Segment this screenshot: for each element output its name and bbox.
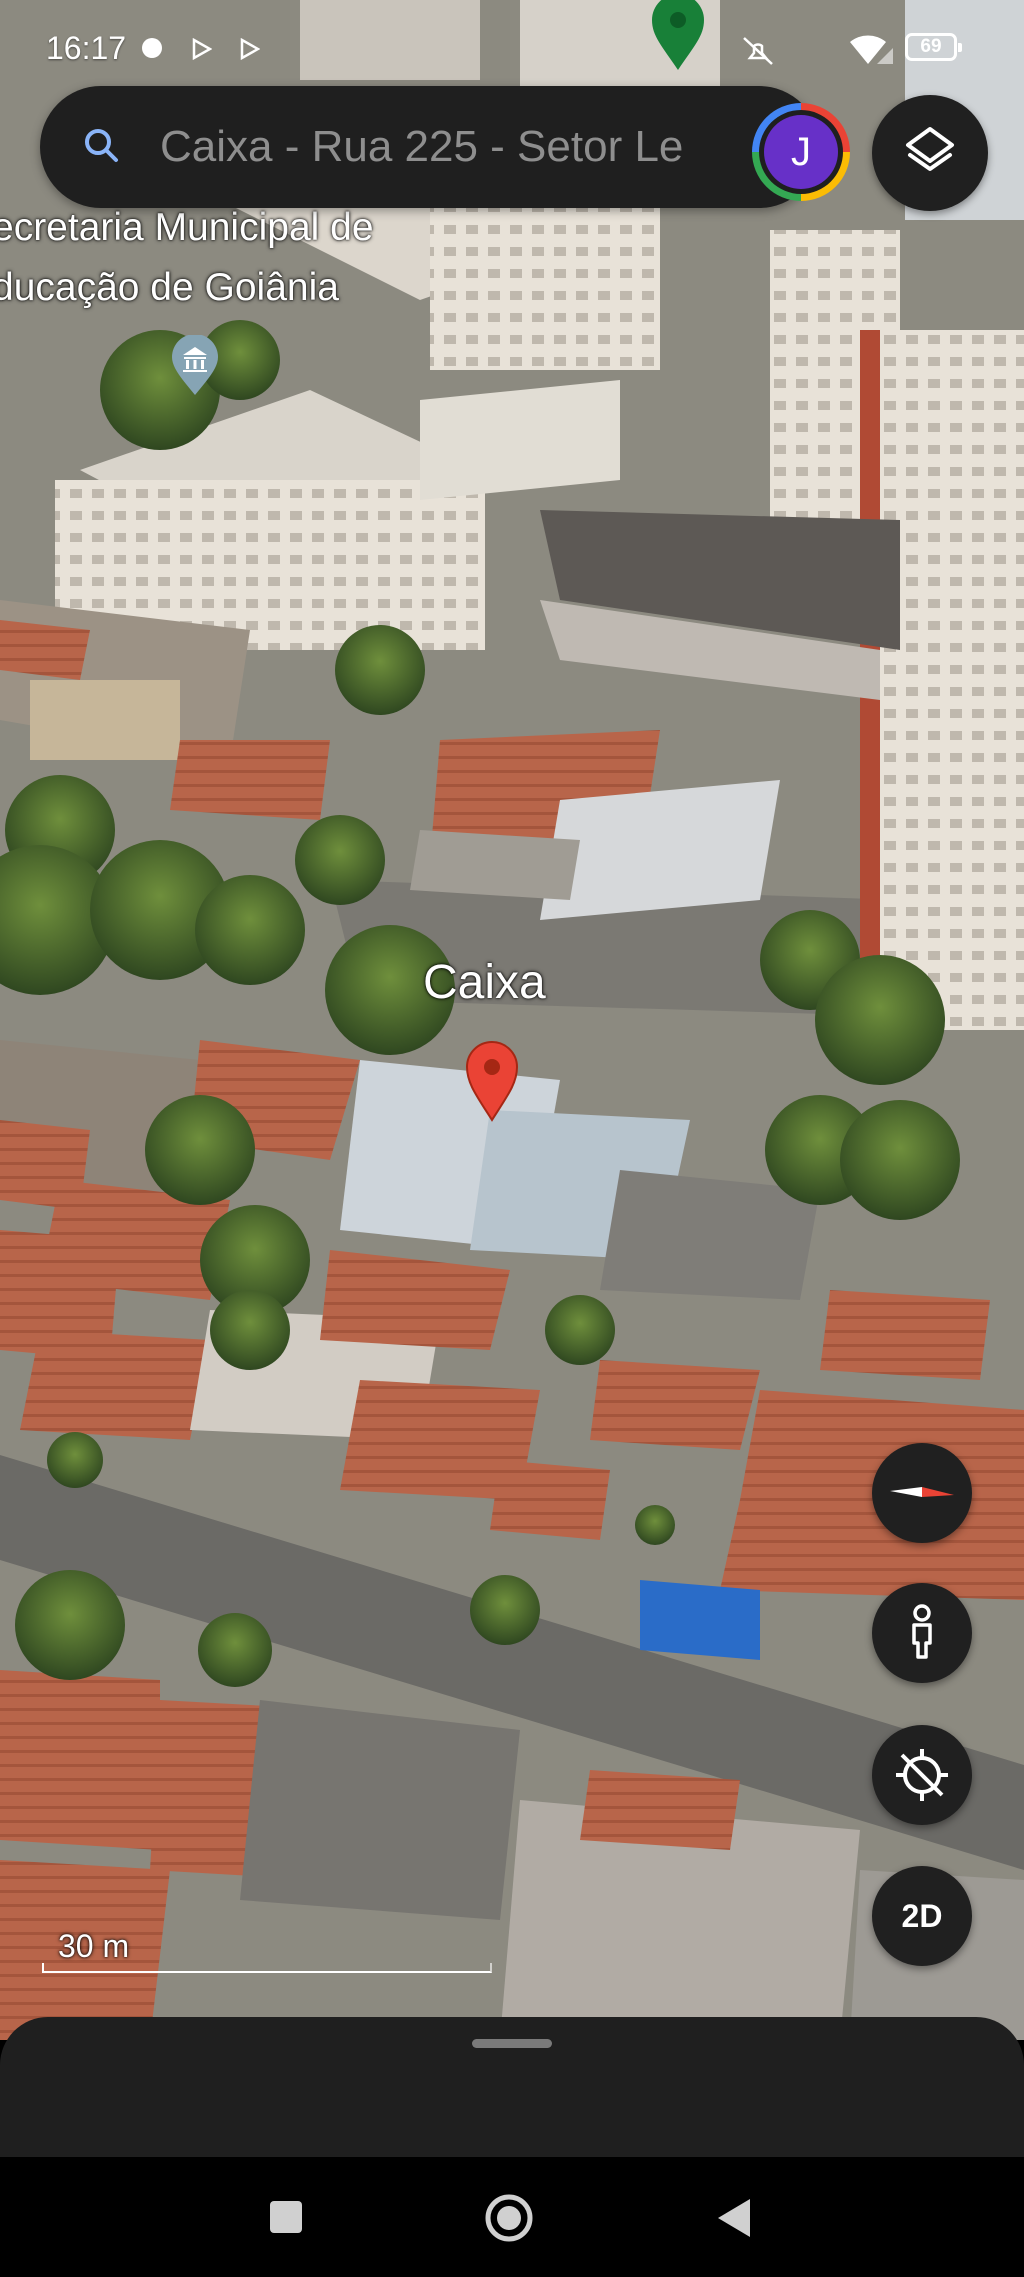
scale-label: 30 m: [58, 1928, 130, 1964]
poi-label[interactable]: ducação de Goiânia: [0, 266, 339, 310]
search-icon[interactable]: [82, 126, 122, 166]
status-bar: 16:17 69: [0, 0, 1024, 100]
search-input[interactable]: Caixa - Rua 225 - Setor Le: [160, 86, 742, 208]
search-bar[interactable]: Caixa - Rua 225 - Setor Le J: [40, 86, 850, 208]
system-nav-bar: [0, 2157, 1024, 2277]
scale-bar: [42, 1963, 492, 1973]
view-2d-button[interactable]: 2D: [872, 1866, 972, 1966]
sheet-drag-handle[interactable]: [472, 2039, 552, 2048]
notification-dot-icon: [142, 38, 162, 58]
map-screen: ecretaria Municipal de ducação de Goiâni…: [0, 0, 1024, 2277]
mute-icon: [743, 37, 773, 65]
street-view-button[interactable]: [872, 1583, 972, 1683]
place-label[interactable]: Caixa: [423, 955, 546, 1010]
avatar: J: [759, 110, 843, 194]
recents-icon[interactable]: [268, 2199, 304, 2235]
battery-icon: 69: [905, 33, 962, 61]
compass-button[interactable]: [872, 1443, 972, 1543]
bottom-sheet[interactable]: [0, 2017, 1024, 2157]
map-pin-icon[interactable]: [465, 1040, 519, 1122]
account-button[interactable]: J: [752, 103, 850, 201]
museum-icon[interactable]: [170, 335, 220, 397]
home-icon[interactable]: [484, 2193, 534, 2243]
layers-button[interactable]: [872, 95, 988, 211]
play-icon: [192, 38, 212, 60]
signal-icon: [877, 48, 893, 64]
compass-icon: [890, 1487, 954, 1497]
avatar-initial: J: [764, 115, 838, 189]
my-location-button[interactable]: [872, 1725, 972, 1825]
layers-icon: [906, 127, 954, 171]
location-off-icon: [896, 1749, 948, 1801]
play-icon: [240, 38, 260, 60]
back-icon[interactable]: [716, 2197, 752, 2239]
pegman-icon: [912, 1604, 932, 1659]
poi-label[interactable]: ecretaria Municipal de: [0, 206, 374, 250]
status-time: 16:17: [46, 30, 127, 66]
